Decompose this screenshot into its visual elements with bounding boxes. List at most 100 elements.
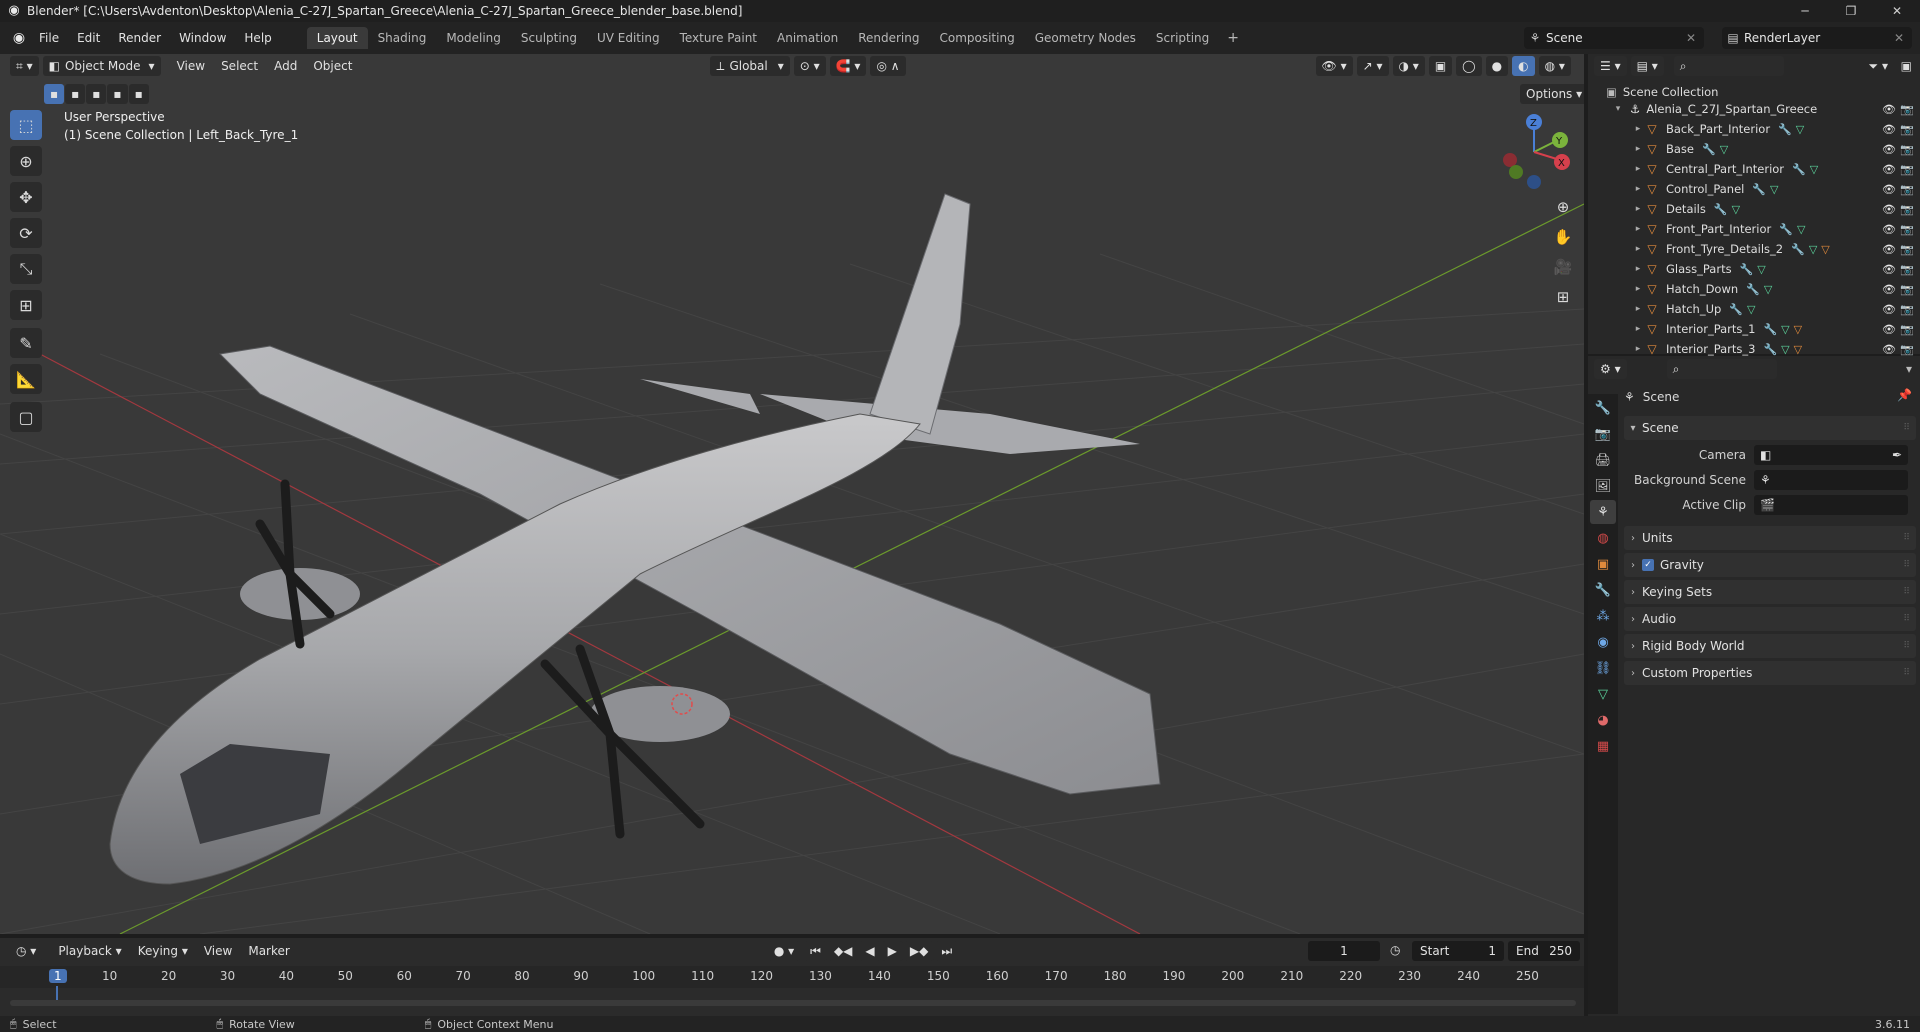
outliner-collection[interactable]: ▾ ⚓ Alenia_C_27J_Spartan_Greece 👁 📷: [1588, 99, 1920, 119]
gravity-checkbox[interactable]: ✓: [1642, 559, 1654, 571]
object-tab-icon[interactable]: ▣: [1590, 552, 1616, 576]
navigation-gizmo[interactable]: Z Y X: [1496, 110, 1570, 190]
airplane-model[interactable]: [109, 193, 1161, 885]
world-tab-icon[interactable]: ◍: [1590, 526, 1616, 550]
drag-grip-icon[interactable]: ⠿: [1903, 614, 1910, 624]
properties-editor-icon[interactable]: ⚙ ▾: [1594, 359, 1627, 379]
play-reverse-icon[interactable]: ◀: [859, 941, 881, 961]
mesh-data-icon[interactable]: ▽: [1781, 323, 1789, 336]
mesh-data-icon[interactable]: ▽: [1747, 303, 1755, 316]
modifier-wrench-icon[interactable]: 🔧: [1792, 163, 1806, 176]
expand-right-icon[interactable]: ▸: [1632, 124, 1644, 134]
timeline-editor-icon[interactable]: ◷ ▾: [10, 941, 43, 961]
playhead-frame-marker[interactable]: 1: [49, 969, 67, 983]
mesh-data-icon[interactable]: ▽: [1781, 343, 1789, 356]
maximize-button[interactable]: ❐: [1828, 0, 1874, 22]
outliner-item[interactable]: ▸ ▽ Hatch_Up 🔧 ▽ 👁 📷: [1588, 299, 1920, 319]
outliner-item[interactable]: ▸ ▽ Central_Part_Interior 🔧 ▽ 👁 📷: [1588, 159, 1920, 179]
current-frame-field[interactable]: 1: [1308, 941, 1380, 961]
data-tab-icon[interactable]: ▽: [1590, 682, 1616, 706]
modifier-wrench-icon[interactable]: 🔧: [1740, 263, 1754, 276]
blender-menu-icon[interactable]: ◉: [8, 27, 30, 49]
modifier-wrench-icon[interactable]: 🔧: [1763, 323, 1777, 336]
orientation-selector[interactable]: ⟂ Global ▾: [710, 56, 790, 76]
scene-panel-header[interactable]: ▾ Scene ⠿: [1624, 416, 1916, 440]
modifier-wrench-icon[interactable]: 🔧: [1778, 123, 1792, 136]
shading-rendered-icon[interactable]: ◍ ▾: [1538, 56, 1571, 76]
scene-tab-icon[interactable]: ⚘: [1590, 500, 1616, 524]
render-camera-icon[interactable]: 📷: [1900, 143, 1914, 156]
subpanel-header[interactable]: › Units ⠿: [1624, 526, 1916, 550]
timeline-scrollbar[interactable]: [10, 1000, 1576, 1006]
select-invert-icon[interactable]: ▪: [107, 84, 128, 104]
tab-compositing[interactable]: Compositing: [929, 27, 1024, 49]
render-camera-icon[interactable]: 📷: [1900, 283, 1914, 296]
menu-render[interactable]: Render: [109, 27, 170, 49]
add-workspace-icon[interactable]: +: [1219, 30, 1247, 46]
visibility-eye-icon[interactable]: 👁: [1882, 303, 1896, 316]
visibility-eye-icon[interactable]: 👁: [1882, 223, 1896, 236]
vertex-group-icon[interactable]: ▽: [1794, 323, 1802, 336]
select-box-icon[interactable]: ⬚: [10, 110, 42, 140]
vertex-group-icon[interactable]: ▽: [1794, 343, 1802, 356]
cursor-icon[interactable]: ⊕: [10, 146, 42, 176]
visibility-selector[interactable]: 👁 ▾: [1315, 56, 1353, 76]
menu-window[interactable]: Window: [170, 27, 235, 49]
modifier-wrench-icon[interactable]: 🔧: [1763, 343, 1777, 356]
expand-right-icon[interactable]: ▸: [1632, 224, 1644, 234]
drag-grip-icon[interactable]: ⠿: [1903, 587, 1910, 597]
remove-view-layer-icon[interactable]: ✕: [1894, 31, 1904, 45]
render-camera-icon[interactable]: 📷: [1900, 203, 1914, 216]
visibility-eye-icon[interactable]: 👁: [1882, 263, 1896, 276]
expand-right-icon[interactable]: ▸: [1632, 244, 1644, 254]
visibility-eye-icon[interactable]: 👁: [1882, 283, 1896, 296]
outliner-item[interactable]: ▸ ▽ Base 🔧 ▽ 👁 📷: [1588, 139, 1920, 159]
render-camera-icon[interactable]: 📷: [1900, 183, 1914, 196]
mesh-data-icon[interactable]: ▽: [1770, 183, 1778, 196]
tab-layout[interactable]: Layout: [306, 27, 368, 49]
menu-file[interactable]: File: [30, 27, 68, 49]
menu-edit[interactable]: Edit: [68, 27, 109, 49]
drag-grip-icon[interactable]: ⠿: [1903, 560, 1910, 570]
render-camera-icon[interactable]: 📷: [1900, 243, 1914, 256]
scale-icon[interactable]: ⤡: [10, 254, 42, 284]
select-subtract-icon[interactable]: ▪: [86, 84, 107, 104]
viewport-menu-select[interactable]: Select: [213, 59, 266, 73]
editor-type-icon[interactable]: ⌗ ▾: [10, 56, 39, 76]
vertex-group-icon[interactable]: ▽: [1821, 243, 1829, 256]
end-frame-field[interactable]: End 250: [1508, 941, 1580, 961]
rotate-icon[interactable]: ⟳: [10, 218, 42, 248]
constraints-tab-icon[interactable]: ⛓: [1590, 656, 1616, 680]
modifier-wrench-icon[interactable]: 🔧: [1779, 223, 1793, 236]
expand-right-icon[interactable]: ▸: [1632, 144, 1644, 154]
move-icon[interactable]: ✥: [10, 182, 42, 212]
tab-texture-paint[interactable]: Texture Paint: [670, 27, 767, 49]
tab-geometry-nodes[interactable]: Geometry Nodes: [1025, 27, 1146, 49]
visibility-eye-icon[interactable]: 👁: [1882, 203, 1896, 216]
properties-search-input[interactable]: ⌕: [1666, 359, 1777, 379]
pin-icon[interactable]: 📌: [1897, 388, 1912, 402]
tab-rendering[interactable]: Rendering: [848, 27, 929, 49]
visibility-eye-icon[interactable]: 👁: [1882, 243, 1896, 256]
mode-selector[interactable]: ◧ Object Mode ▾: [42, 56, 161, 76]
minimize-button[interactable]: ─: [1782, 0, 1828, 22]
outliner-item[interactable]: ▸ ▽ Front_Tyre_Details_2 🔧 ▽ ▽ 👁 📷: [1588, 239, 1920, 259]
mesh-data-icon[interactable]: ▽: [1757, 263, 1765, 276]
visibility-eye-icon[interactable]: 👁: [1882, 183, 1896, 196]
modifier-tab-icon[interactable]: 🔧: [1590, 578, 1616, 602]
render-camera-icon[interactable]: 📷: [1900, 263, 1914, 276]
mesh-data-icon[interactable]: ▽: [1796, 123, 1804, 136]
visibility-eye-icon[interactable]: 👁: [1882, 143, 1896, 156]
output-tab-icon[interactable]: 🖨: [1590, 448, 1616, 472]
view-layer-tab-icon[interactable]: 🖼: [1590, 474, 1616, 498]
expand-right-icon[interactable]: ▸: [1632, 184, 1644, 194]
render-camera-icon[interactable]: 📷: [1900, 123, 1914, 136]
modifier-wrench-icon[interactable]: 🔧: [1752, 183, 1766, 196]
pivot-selector[interactable]: ⊙ ▾: [793, 56, 826, 76]
background-scene-field[interactable]: ⚘: [1754, 470, 1908, 490]
expand-right-icon[interactable]: ▸: [1632, 164, 1644, 174]
timeline-menu-view[interactable]: View: [196, 944, 240, 958]
select-intersect-icon[interactable]: ▪: [128, 84, 149, 104]
mesh-data-icon[interactable]: ▽: [1810, 163, 1818, 176]
camera-field[interactable]: ◧ ✒: [1754, 445, 1908, 465]
